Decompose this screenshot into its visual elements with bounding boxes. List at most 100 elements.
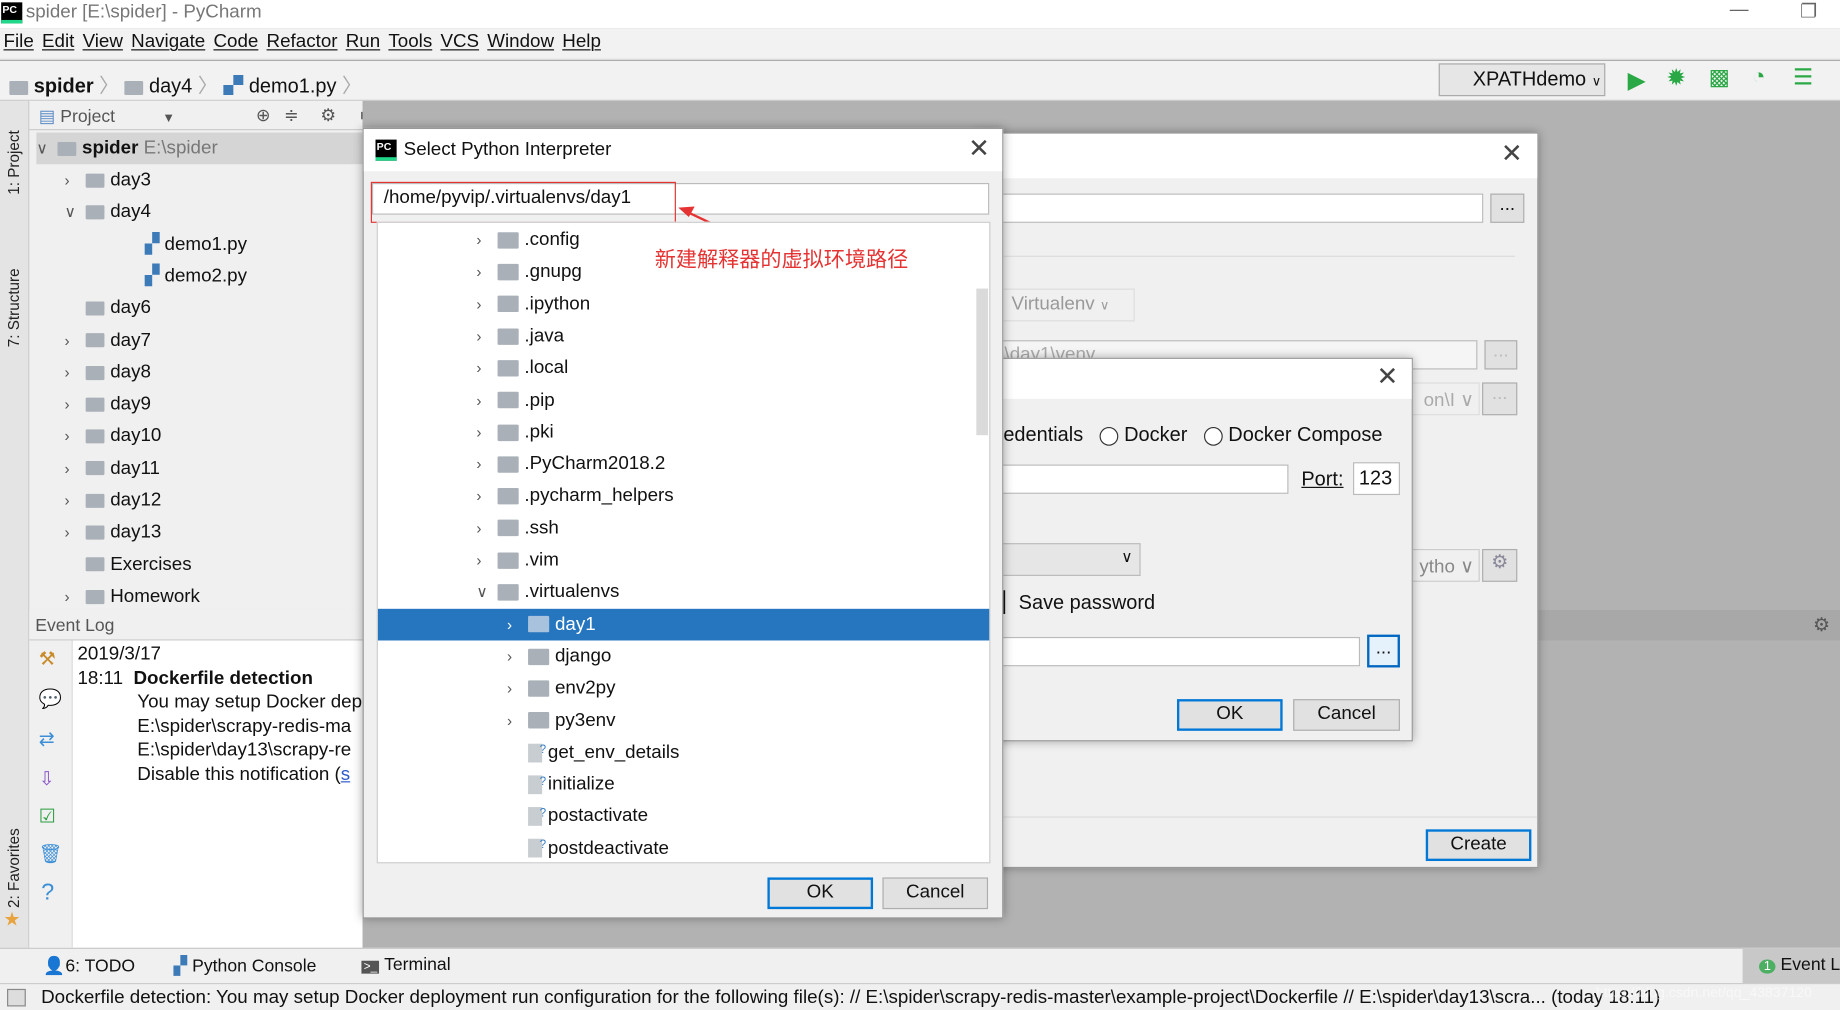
file-tree-item[interactable]: › django <box>378 640 989 672</box>
cancel-button[interactable]: Cancel <box>882 877 989 910</box>
tab-terminal[interactable]: >_ Terminal <box>361 955 451 975</box>
tab-favorites[interactable]: 2: Favorites <box>5 828 23 908</box>
tab-structure[interactable]: 7: Structure <box>5 268 23 347</box>
interpreter-dropdown[interactable]: ytho ∨ <box>1409 548 1480 582</box>
menu-refactor[interactable]: Refactor <box>263 28 342 58</box>
gear-icon[interactable]: ⚙ <box>320 104 336 126</box>
trash-icon[interactable]: 🗑 <box>39 842 63 865</box>
tree-item[interactable]: › day10 <box>65 420 162 452</box>
path-field[interactable] <box>998 193 1484 223</box>
run-config-dropdown[interactable]: XPATHdemo ∨ <box>1438 63 1606 97</box>
chevron-right-icon[interactable]: › <box>476 416 492 448</box>
profile-icon[interactable]: ◔ <box>1752 65 1765 91</box>
chevron-right-icon[interactable]: › <box>507 640 523 672</box>
tree-item[interactable]: day6 <box>65 292 151 324</box>
status-message[interactable]: Dockerfile detection: You may setup Dock… <box>41 984 1660 1010</box>
base-interpreter-dropdown[interactable]: on\I ∨ <box>1409 382 1480 416</box>
chevron-right-icon[interactable]: › <box>476 320 492 352</box>
collapse-icon[interactable]: ≑ <box>284 104 299 126</box>
tree-item[interactable]: Exercises <box>65 549 192 581</box>
run-icon[interactable]: ▶ <box>1628 66 1646 95</box>
chevron-right-icon[interactable]: › <box>65 581 81 613</box>
close-icon[interactable]: ✕ <box>968 134 990 164</box>
tree-item[interactable]: ∨ day4 <box>65 196 151 228</box>
chevron-right-icon[interactable]: › <box>65 356 81 388</box>
menu-edit[interactable]: Edit <box>38 28 79 58</box>
file-tree-item[interactable]: › .pki <box>378 416 989 448</box>
menu-run[interactable]: Run <box>342 28 385 58</box>
menu-file[interactable]: File <box>0 28 38 58</box>
close-icon[interactable]: ✕ <box>1501 138 1523 168</box>
chevron-right-icon[interactable]: › <box>507 672 523 704</box>
tree-item[interactable]: › day3 <box>65 164 151 196</box>
locate-icon[interactable]: ⊕ <box>256 104 271 126</box>
chevron-right-icon[interactable]: › <box>65 324 81 356</box>
chevron-right-icon[interactable]: › <box>476 448 492 480</box>
tab-todo[interactable]: 👤6: TODO <box>43 955 135 976</box>
close-icon[interactable]: ✕ <box>1376 361 1398 391</box>
file-tree-item[interactable]: postactivate <box>378 798 989 832</box>
save-password-checkbox[interactable]: ▏Save password <box>1003 591 1155 614</box>
menu-help[interactable]: Help <box>559 28 606 58</box>
chevron-right-icon[interactable]: › <box>65 164 81 196</box>
tree-item[interactable]: ▞ demo2.py <box>123 260 247 292</box>
chevron-right-icon[interactable]: › <box>476 384 492 416</box>
tree-item[interactable]: › day9 <box>65 388 151 420</box>
menu-tools[interactable]: Tools <box>385 28 437 58</box>
file-tree-item[interactable]: › py3env <box>378 704 989 736</box>
chevron-right-icon[interactable]: › <box>65 484 81 516</box>
soft-wrap-icon[interactable]: ⇄ <box>39 727 55 750</box>
menu-view[interactable]: View <box>79 28 128 58</box>
breadcrumb-spider[interactable]: spider <box>34 75 94 97</box>
browse-button[interactable]: ... <box>1484 340 1518 370</box>
file-tree-item[interactable]: › .pycharm_helpers <box>378 480 989 512</box>
ok-button[interactable]: OK <box>1176 699 1283 731</box>
balloon-icon[interactable]: 💬 <box>39 687 62 710</box>
chevron-right-icon[interactable]: › <box>65 388 81 420</box>
chevron-right-icon[interactable]: › <box>65 452 81 484</box>
scroll-to-end-icon[interactable]: ⇩ <box>39 767 55 790</box>
port-field[interactable]: 123 <box>1353 462 1400 496</box>
settings-wrench-icon[interactable]: ⚒ <box>39 648 56 671</box>
chevron-right-icon[interactable]: › <box>507 704 523 736</box>
menu-window[interactable]: Window <box>484 28 559 58</box>
tab-project[interactable]: 1: Project <box>5 130 23 194</box>
file-tree-item[interactable]: › day1 <box>377 608 990 641</box>
chevron-right-icon[interactable]: › <box>476 288 492 320</box>
docker-radio[interactable] <box>1099 426 1119 446</box>
file-tree-item[interactable]: get_env_details <box>378 734 989 768</box>
minimize-button[interactable]: — <box>1730 0 1749 21</box>
create-button[interactable]: Create <box>1425 829 1532 862</box>
browse-button[interactable]: ... <box>1482 382 1518 416</box>
chevron-right-icon[interactable]: › <box>476 480 492 512</box>
dropdown-arrow-icon[interactable]: ▼ <box>162 111 175 125</box>
menu-code[interactable]: Code <box>210 28 263 58</box>
cancel-button[interactable]: Cancel <box>1293 699 1400 731</box>
file-tree-item[interactable]: › .vim <box>378 544 989 576</box>
chevron-right-icon[interactable]: › <box>476 256 492 288</box>
file-tree-item[interactable]: › .local <box>378 352 989 384</box>
docker-compose-radio[interactable] <box>1203 426 1223 446</box>
chevron-right-icon[interactable]: › <box>65 516 81 548</box>
concurrency-icon[interactable]: ☰ <box>1793 65 1813 92</box>
chevron-down-icon[interactable]: ∨ <box>36 133 52 165</box>
ok-button[interactable]: OK <box>767 877 874 910</box>
show-link[interactable]: s <box>341 764 350 784</box>
settings-gear-button[interactable]: ⚙ <box>1482 548 1518 582</box>
file-tree-item[interactable]: › .ssh <box>378 512 989 544</box>
file-tree-item[interactable]: › .PyCharm2018.2 <box>378 448 989 480</box>
file-tree-item[interactable]: postdeactivate <box>378 830 989 862</box>
tree-item[interactable]: ▞ demo1.py <box>123 228 247 260</box>
tree-item[interactable]: › day8 <box>65 356 151 388</box>
tree-item[interactable]: › day12 <box>65 484 162 516</box>
file-tree-item[interactable]: ∨ .virtualenvs <box>378 576 989 608</box>
gear-icon[interactable]: ⚙ <box>1813 614 1830 637</box>
chevron-right-icon[interactable]: › <box>476 224 492 256</box>
chevron-down-icon[interactable]: ∨ <box>476 576 492 608</box>
coverage-icon[interactable]: ▩ <box>1709 65 1730 92</box>
menu-navigate[interactable]: Navigate <box>128 28 210 58</box>
menu-vcs[interactable]: VCS <box>437 28 484 58</box>
tree-item[interactable]: › Homework <box>65 581 200 613</box>
docker-compose-radio-label[interactable]: Docker Compose <box>1228 423 1382 445</box>
file-tree-item[interactable]: › env2py <box>378 672 989 704</box>
